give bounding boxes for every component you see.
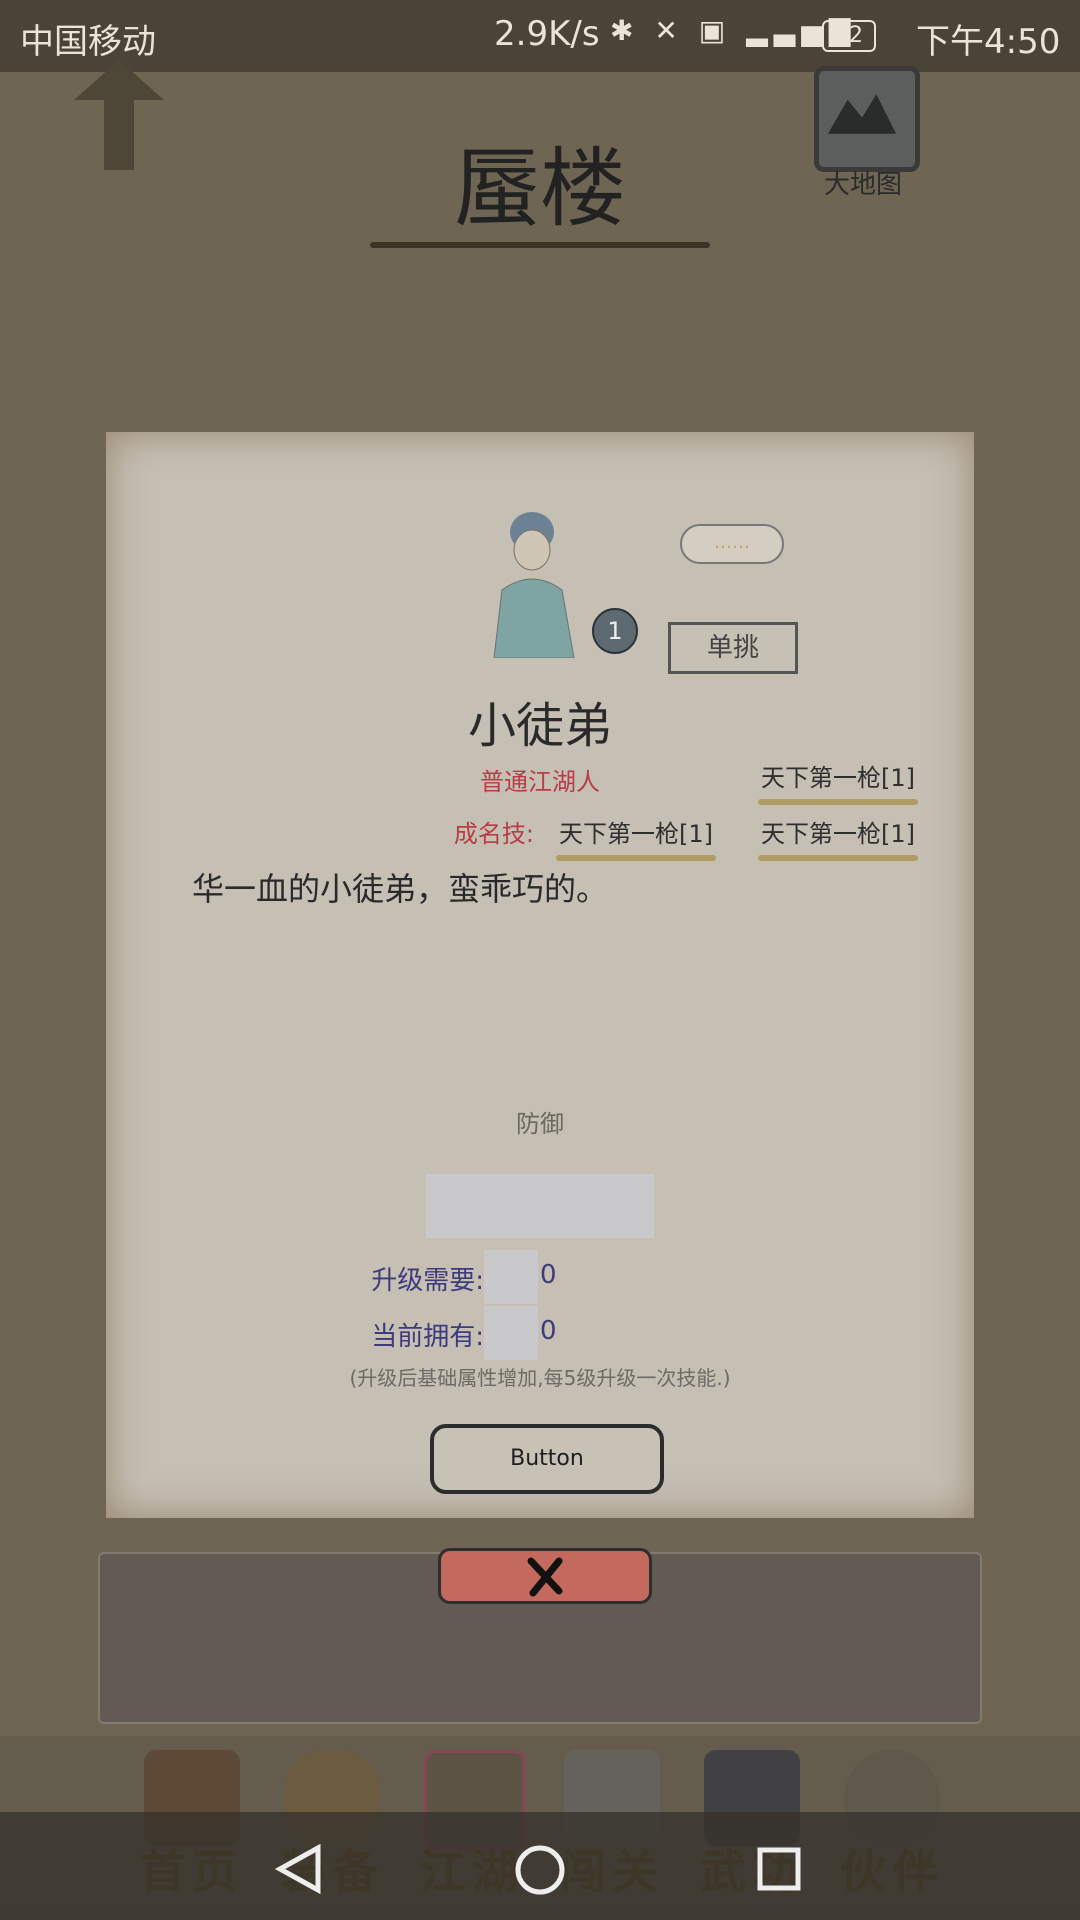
upgrade-cost-label: 升级需要:	[371, 1266, 484, 1296]
mute-icon: ✕	[654, 14, 684, 47]
world-map-button[interactable]	[814, 66, 920, 172]
duel-button[interactable]: 单挑	[668, 622, 798, 674]
upgrade-cost-icon-slot	[484, 1250, 538, 1304]
network-speed: 2.9K/s	[494, 14, 600, 54]
status-icons: ✱ ✕ ▣ ▂▃▅▇	[610, 14, 856, 47]
back-triangle-icon[interactable]	[274, 1844, 324, 1894]
recents-square-icon[interactable]	[756, 1846, 802, 1892]
skill-link[interactable]: 天下第一枪[1]	[758, 814, 918, 861]
upgrade-cost-value: 0	[540, 1260, 557, 1290]
stat-label: 防御	[516, 1110, 564, 1138]
speech-bubble: ……	[680, 524, 784, 564]
npc-rank: 普通江湖人	[480, 768, 600, 796]
signature-skill-label: 成名技:	[453, 820, 534, 848]
title-underline	[370, 242, 710, 248]
world-map-label: 大地图	[823, 170, 902, 200]
level-badge: 1	[592, 608, 638, 654]
upgrade-hint: (升级后基础属性增加,每5级升级一次技能.)	[349, 1366, 731, 1390]
system-navigation-bar	[0, 1812, 1080, 1920]
clock: 下午4:50	[916, 22, 1061, 62]
stat-value-box	[426, 1174, 654, 1238]
carrier-name: 中国移动	[20, 22, 156, 62]
mountain-icon	[827, 94, 897, 134]
close-button[interactable]	[438, 1548, 652, 1604]
owned-amount-value: 0	[540, 1316, 557, 1346]
home-circle-icon[interactable]	[514, 1844, 566, 1896]
bluetooth-icon: ✱	[610, 14, 640, 47]
owned-amount-label: 当前拥有:	[371, 1322, 484, 1352]
battery-indicator: 62	[822, 20, 876, 52]
npc-portrait	[493, 512, 575, 658]
owned-icon-slot	[484, 1306, 538, 1360]
skill-link[interactable]: 天下第一枪[1]	[758, 758, 918, 805]
npc-name: 小徒弟	[467, 698, 612, 754]
upgrade-button[interactable]: Button	[430, 1424, 664, 1494]
npc-description: 华一血的小徒弟，蛮乖巧的。	[192, 870, 609, 908]
skill-link[interactable]: 天下第一枪[1]	[556, 814, 716, 861]
close-icon	[527, 1557, 563, 1597]
hd-icon: ▣	[698, 14, 732, 47]
